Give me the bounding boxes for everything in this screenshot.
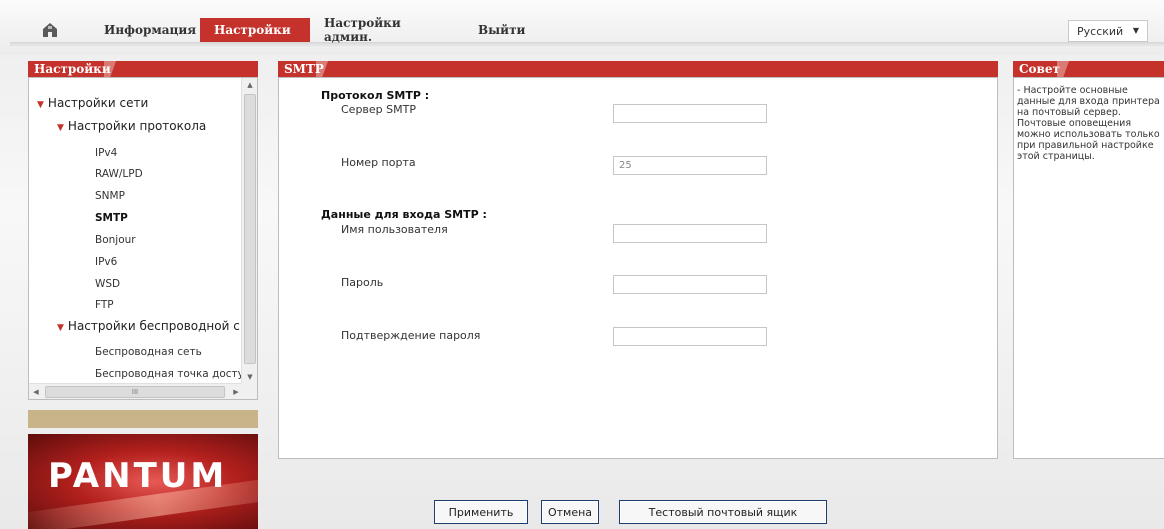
sidebar-header: Настройки [28,61,258,77]
brand-logo-panel: PANTUM [28,434,258,529]
protocol-section-title: Протокол SMTP : [321,89,430,102]
nav-info[interactable]: Информация [90,18,200,42]
tip-title: Совет [1019,62,1060,76]
nav-divider [10,42,1164,48]
language-value: Русский [1077,24,1124,38]
expand-triangle-icon: ▼ [37,100,44,110]
username-input[interactable] [613,224,767,243]
tree-item-wireless-hotspot[interactable]: Беспроводная точка достуı [95,368,247,380]
tip-header: Совет [1013,61,1164,77]
port-input[interactable] [613,156,767,175]
settings-tree: ▼ Настройки сети ▼ Настройки протокола IPv… [29,78,247,384]
brand-logo: PANTUM [48,456,228,496]
tree-node-network[interactable]: ▼ Настройки сети [37,96,148,110]
settings-tree-panel: ▼ Настройки сети ▼ Настройки протокола IPv… [28,77,258,400]
cancel-button[interactable]: Отмена [541,500,599,524]
main-header: SMTP [278,61,998,77]
expand-triangle-icon: ▼ [57,323,64,333]
header-notch [1057,61,1081,77]
smtp-server-label: Сервер SMTP [341,103,416,116]
smtp-form: Протокол SMTP : Сервер SMTP Номер порта … [278,77,998,459]
confirm-password-label: Подтверждение пароля [341,329,481,342]
header-notch [316,61,340,77]
nav-logout[interactable]: Выйти [464,18,539,42]
hscroll-thumb[interactable]: III [45,386,225,398]
port-label: Номер порта [341,156,416,169]
tree-node-protocol[interactable]: ▼ Настройки протокола [57,119,206,133]
username-label: Имя пользователя [341,223,448,236]
tree-horizontal-scrollbar[interactable]: ◀ III ▶ [29,383,243,399]
nav-settings[interactable]: Настройки [200,18,310,42]
tree-item-ftp[interactable]: FTP [95,299,114,311]
main-nav: Информация Настройки Настройки админ. Вы… [10,16,539,44]
apply-button[interactable]: Применить [434,500,528,524]
password-label: Пароль [341,276,384,289]
tree-item-wireless-network[interactable]: Беспроводная сеть [95,346,202,358]
top-navigation-bar: Информация Настройки Настройки админ. Вы… [0,0,1164,55]
tree-item-wsd[interactable]: WSD [95,278,120,290]
nav-admin-settings[interactable]: Настройки админ. [310,16,464,44]
test-mailbox-button[interactable]: Тестовый почтовый ящик [619,500,827,524]
scroll-up-icon[interactable]: ▲ [242,78,257,92]
tip-panel: - Настройте основные данные для входа пр… [1013,77,1164,459]
tree-item-rawlpd[interactable]: RAW/LPD [95,168,143,180]
tree-node-label: Настройки беспроводной с [67,319,240,333]
sidebar-title: Настройки [34,62,111,76]
password-input[interactable] [613,275,767,294]
tree-node-label: Настройки сети [47,96,149,110]
confirm-password-input[interactable] [613,327,767,346]
thumb-grip: III [131,388,139,396]
home-button[interactable] [10,18,90,42]
tree-item-ipv6[interactable]: IPv6 [95,256,117,268]
expand-triangle-icon: ▼ [57,123,64,133]
smtp-server-input[interactable] [613,104,767,123]
language-select[interactable]: Русский ▼ [1068,20,1148,42]
home-icon [43,23,57,37]
login-section-title: Данные для входа SMTP : [321,208,487,221]
scroll-down-icon[interactable]: ▼ [242,370,257,384]
tip-text: - Настройте основные данные для входа пр… [1017,85,1160,162]
tree-item-smtp[interactable]: SMTP [95,212,128,224]
tree-item-snmp[interactable]: SNMP [95,190,125,202]
chevron-down-icon: ▼ [1132,26,1139,35]
scroll-left-icon[interactable]: ◀ [29,384,43,399]
decorative-bar [28,410,258,428]
tree-item-ipv4[interactable]: IPv4 [95,147,117,159]
tree-node-wireless[interactable]: ▼ Настройки беспроводной с [57,319,240,333]
tree-node-label: Настройки протокола [67,119,207,133]
scroll-corner [241,383,257,399]
tree-item-bonjour[interactable]: Bonjour [95,234,136,246]
scroll-thumb[interactable] [244,94,256,364]
tree-vertical-scrollbar[interactable]: ▲ ▼ [241,78,257,384]
header-notch [104,61,128,77]
